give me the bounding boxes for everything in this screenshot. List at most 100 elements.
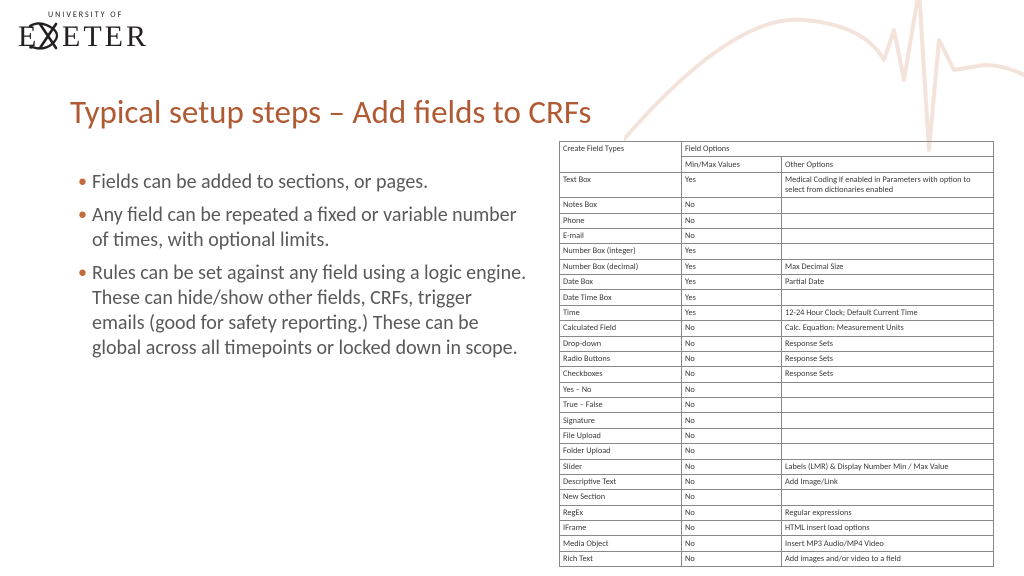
table-cell: No xyxy=(682,382,782,397)
table-cell: Calculated Field xyxy=(560,321,682,336)
table-cell: Partial Date xyxy=(782,275,994,290)
table-cell xyxy=(782,213,994,228)
list-item: Fields can be added to sections, or page… xyxy=(78,170,528,195)
table-cell: IFrame xyxy=(560,521,682,536)
table-cell: Descriptive Text xyxy=(560,474,682,489)
table-row: Descriptive TextNoAdd Image/Link xyxy=(560,474,994,489)
slide-title: Typical setup steps – Add fields to CRFs xyxy=(70,92,591,132)
table-cell: No xyxy=(682,444,782,459)
table-header-cell: Other Options xyxy=(782,157,994,172)
table-cell: Checkboxes xyxy=(560,367,682,382)
table-cell: Regular expressions xyxy=(782,505,994,520)
table-row: E-mailNo xyxy=(560,228,994,243)
table-cell: Yes – No xyxy=(560,382,682,397)
table-cell xyxy=(782,490,994,505)
table-cell: Drop-down xyxy=(560,336,682,351)
table-cell: No xyxy=(682,351,782,366)
table-cell: Yes xyxy=(682,290,782,305)
table-cell: Text Box xyxy=(560,172,682,197)
table-cell: Yes xyxy=(682,172,782,197)
svg-text:ETER: ETER xyxy=(62,20,149,53)
list-item: Rules can be set against any field using… xyxy=(78,261,528,361)
table-cell: No xyxy=(682,505,782,520)
table-cell: No xyxy=(682,398,782,413)
table-header-row: Create Field Types Field Options xyxy=(560,142,994,157)
table-row: Media ObjectNoInsert MP3 Audio/MP4 Video xyxy=(560,536,994,551)
table-cell xyxy=(782,244,994,259)
table-cell: Radio Buttons xyxy=(560,351,682,366)
table-cell: No xyxy=(682,228,782,243)
table-row: RegExNoRegular expressions xyxy=(560,505,994,520)
table-cell: Notes Box xyxy=(560,198,682,213)
table-cell xyxy=(782,398,994,413)
table-header-cell: Create Field Types xyxy=(560,142,682,173)
table-cell: No xyxy=(682,474,782,489)
table-row: IFrameNoHTML insert load options xyxy=(560,521,994,536)
table-cell: No xyxy=(682,321,782,336)
table-cell: Number Box (decimal) xyxy=(560,259,682,274)
list-item: Any field can be repeated a fixed or var… xyxy=(78,203,528,253)
table-cell xyxy=(782,198,994,213)
table-row: Drop-downNoResponse Sets xyxy=(560,336,994,351)
table-cell: Add images and/or video to a field xyxy=(782,551,994,566)
table-cell: No xyxy=(682,367,782,382)
table-row: Yes – NoNo xyxy=(560,382,994,397)
table-row: Radio ButtonsNoResponse Sets xyxy=(560,351,994,366)
table-cell: Yes xyxy=(682,259,782,274)
table-cell: E-mail xyxy=(560,228,682,243)
table-cell: Medical Coding if enabled in Parameters … xyxy=(782,172,994,197)
university-logo: UNIVERSITY OF E ETER xyxy=(18,10,163,54)
table-cell: Date Box xyxy=(560,275,682,290)
table-cell: Response Sets xyxy=(782,367,994,382)
table-row: Date BoxYesPartial Date xyxy=(560,275,994,290)
table-cell: New Section xyxy=(560,490,682,505)
table-cell: Yes xyxy=(682,305,782,320)
table-cell: No xyxy=(682,490,782,505)
table-cell: Phone xyxy=(560,213,682,228)
table-row: CheckboxesNoResponse Sets xyxy=(560,367,994,382)
table-cell: No xyxy=(682,213,782,228)
table-row: Rich TextNoAdd images and/or video to a … xyxy=(560,551,994,566)
table-row: Number Box (decimal)YesMax Decimal Size xyxy=(560,259,994,274)
table-row: TimeYes12-24 Hour Clock; Default Current… xyxy=(560,305,994,320)
table-cell xyxy=(782,290,994,305)
table-cell: Add Image/Link xyxy=(782,474,994,489)
table-row: SliderNoLabels (LMR) & Display Number Mi… xyxy=(560,459,994,474)
table-row: Date Time BoxYes xyxy=(560,290,994,305)
table-row: Notes BoxNo xyxy=(560,198,994,213)
table-cell: Number Box (integer) xyxy=(560,244,682,259)
table-cell xyxy=(782,382,994,397)
table-cell: RegEx xyxy=(560,505,682,520)
table-cell: Response Sets xyxy=(782,351,994,366)
table-cell: Calc. Equation: Measurement Units xyxy=(782,321,994,336)
table-cell: Time xyxy=(560,305,682,320)
table-row: Folder UploadNo xyxy=(560,444,994,459)
table-cell: Insert MP3 Audio/MP4 Video xyxy=(782,536,994,551)
table-cell xyxy=(782,228,994,243)
field-types-table: Create Field Types Field Options Min/Max… xyxy=(559,141,994,567)
table-cell: No xyxy=(682,198,782,213)
table-cell: No xyxy=(682,459,782,474)
table-cell: No xyxy=(682,551,782,566)
table-cell: Folder Upload xyxy=(560,444,682,459)
table-cell: HTML insert load options xyxy=(782,521,994,536)
table-cell xyxy=(782,413,994,428)
table-header-cell: Field Options xyxy=(682,142,994,157)
table-row: SignatureNo xyxy=(560,413,994,428)
table-row: New SectionNo xyxy=(560,490,994,505)
table-cell: File Upload xyxy=(560,428,682,443)
table-cell: Yes xyxy=(682,244,782,259)
table-cell: Yes xyxy=(682,275,782,290)
table-cell: Max Decimal Size xyxy=(782,259,994,274)
table-cell: Slider xyxy=(560,459,682,474)
table-cell xyxy=(782,444,994,459)
table-row: PhoneNo xyxy=(560,213,994,228)
table-row: File UploadNo xyxy=(560,428,994,443)
table-row: Calculated FieldNoCalc. Equation: Measur… xyxy=(560,321,994,336)
table-cell: Date Time Box xyxy=(560,290,682,305)
table-cell: True – False xyxy=(560,398,682,413)
table-cell: Response Sets xyxy=(782,336,994,351)
table-cell xyxy=(782,428,994,443)
table-cell: Rich Text xyxy=(560,551,682,566)
table-cell: 12-24 Hour Clock; Default Current Time xyxy=(782,305,994,320)
